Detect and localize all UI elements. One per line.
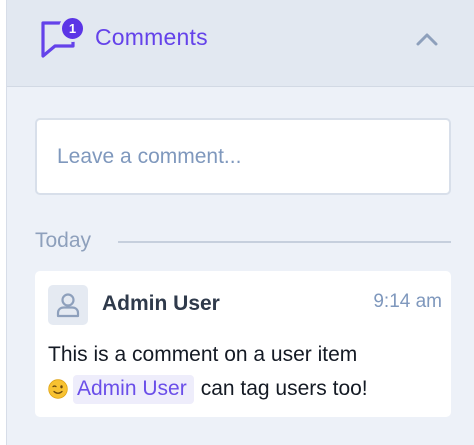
comment-text-line: Admin User can tag users too! (48, 374, 368, 404)
comment-input[interactable] (35, 118, 451, 195)
day-separator: Today (35, 229, 451, 255)
day-label: Today (35, 229, 92, 252)
comments-panel: 1 Comments Today Admin User 9:14 am This… (6, 0, 474, 445)
user-icon (56, 293, 80, 318)
comment-card: Admin User 9:14 am This is a comment on … (35, 271, 451, 417)
comment-timestamp: 9:14 am (373, 291, 442, 312)
avatar (48, 285, 88, 325)
chevron-up-icon (416, 33, 438, 46)
winking-face-emoji-icon (48, 379, 68, 399)
comments-header[interactable]: 1 Comments (7, 0, 474, 87)
comment-count-badge: 1 (59, 15, 86, 42)
user-mention[interactable]: Admin User (73, 374, 194, 404)
comment-author: Admin User (102, 292, 220, 315)
divider (118, 241, 451, 243)
comments-title: Comments (95, 24, 208, 50)
comment-text-after-mention: can tag users too! (200, 377, 368, 400)
collapse-button[interactable] (413, 27, 441, 51)
comment-icon: 1 (38, 15, 88, 60)
comment-text-line: This is a comment on a user item (48, 343, 358, 366)
